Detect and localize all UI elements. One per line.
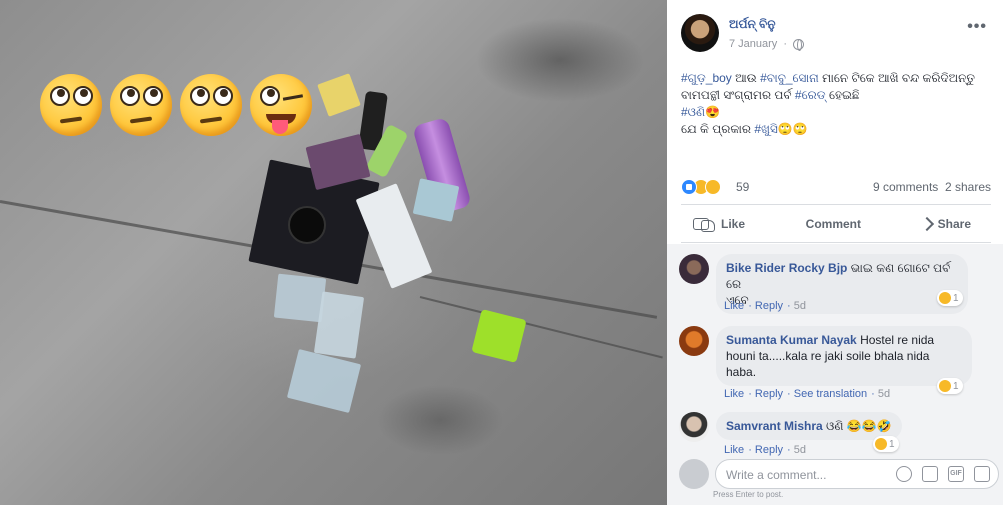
see-translation-link[interactable]: See translation — [794, 388, 867, 400]
comment-time[interactable]: 5d — [794, 300, 806, 312]
comment-time[interactable]: 5d — [878, 388, 890, 400]
item-black-box-circle — [288, 206, 326, 244]
comment-item: Bike Rider Rocky Bjp ଭାଇ କଣ ଗୋଟେ ପର୍ବ ରେ… — [679, 254, 979, 314]
post-sidebar: ଅର୍ପନ୍ ବିନୁ 7 January · ••• #ଗୁଡ଼_boy ଆଉ… — [667, 0, 1003, 505]
hashtag-link[interactable]: #ଗୁଡ଼_boy — [681, 71, 732, 85]
item-clear-packet — [313, 291, 365, 359]
hashtag-link[interactable]: #ଓଣି — [681, 105, 705, 119]
commenter-name[interactable]: Bike Rider Rocky Bjp — [726, 261, 847, 275]
comment-item: Sumanta Kumar Nayak Hostel re nida houni… — [679, 326, 979, 404]
comment-bubble: Sumanta Kumar Nayak Hostel re nida houni… — [716, 326, 972, 386]
comment-actions: Like · Reply · See translation · 5d — [724, 388, 891, 400]
press-enter-hint: Press Enter to post. — [713, 490, 784, 499]
emoji-overlay — [40, 74, 312, 136]
comment-text: ଓଣି 😂😂🤣 — [826, 419, 892, 433]
post-text-line: ବାମପନ୍ଥୀ ସଂଗ୍ରାମର ପର୍ବ #ରେଡ୍ ହେଇଛି — [681, 88, 860, 102]
post-text-line: #ଓଣି😍 — [681, 105, 720, 119]
wow-reaction-icon — [705, 179, 721, 195]
author-name[interactable]: ଅର୍ପନ୍ ବିନୁ — [729, 17, 776, 32]
comment-reply-link[interactable]: Reply — [755, 300, 783, 312]
comment-like-link[interactable]: Like — [724, 444, 744, 456]
comment-button[interactable]: Comment — [693, 208, 861, 240]
comment-item: Samvrant Mishra ଓଣି 😂😂🤣 1 Like · Reply · 5… — [679, 412, 979, 456]
comment-reaction[interactable]: 1 — [937, 378, 963, 394]
comment-bubble: Samvrant Mishra ଓଣି 😂😂🤣 — [716, 412, 902, 440]
user-avatar[interactable] — [679, 459, 709, 489]
comments-shares-count: 9 comments 2 shares — [873, 180, 991, 194]
globe-icon[interactable] — [792, 38, 804, 51]
item-clear-packet — [286, 349, 362, 413]
comment-reaction[interactable]: 1 — [873, 436, 899, 452]
more-options-icon[interactable]: ••• — [967, 18, 987, 36]
commenter-avatar[interactable] — [679, 412, 709, 442]
ground-crack — [419, 296, 663, 359]
share-button[interactable]: Share — [919, 208, 971, 240]
post-actions: Like Comment Share — [681, 208, 991, 240]
post-text: #ଗୁଡ଼_boy ଆଉ #ବାବୁ_ସୋନା ମାନେ ଟିକେ ଆଖି ବନ… — [681, 70, 991, 138]
comment-input[interactable]: Write a comment... GIF — [715, 459, 999, 489]
sticker-icon[interactable] — [974, 466, 990, 482]
comment-composer: Write a comment... GIF Press Enter to po… — [667, 456, 1003, 505]
divider — [681, 242, 991, 243]
emoji-picker-icon[interactable] — [896, 466, 912, 482]
item-blue-packets — [412, 178, 460, 222]
comments-count[interactable]: 9 comments — [873, 180, 938, 194]
share-arrow-icon — [919, 216, 934, 232]
post-header: ଅର୍ପନ୍ ବିନୁ 7 January · ••• — [681, 14, 991, 54]
commenter-avatar[interactable] — [679, 254, 709, 284]
comment-text: Hostel re nida — [860, 333, 935, 347]
post-stats: 59 9 comments 2 shares — [681, 178, 991, 196]
camera-icon[interactable] — [922, 466, 938, 482]
author-avatar[interactable] — [681, 14, 719, 52]
comment-actions: Like · Reply · 5d — [724, 444, 807, 456]
post-meta: 7 January · — [729, 38, 804, 51]
comments-section: Bike Rider Rocky Bjp ଭାଇ କଣ ଗୋଟେ ପର୍ବ ରେ… — [667, 244, 1003, 456]
hashtag-link[interactable]: #ବାବୁ_ସୋନା — [760, 71, 819, 85]
like-reaction-icon — [681, 179, 697, 195]
hashtag-link[interactable]: #ରେଡ୍ — [795, 88, 826, 102]
reaction-icons[interactable] — [681, 179, 721, 195]
item-yellow-wrapper — [317, 73, 361, 117]
comment-like-link[interactable]: Like — [724, 300, 744, 312]
comment-icon — [693, 218, 709, 230]
face-with-rolling-eyes-icon — [40, 74, 102, 136]
item-green-packet — [471, 309, 527, 363]
reactions-count[interactable]: 59 — [736, 180, 749, 194]
commenter-name[interactable]: Samvrant Mishra — [726, 419, 823, 433]
post-text-line: #ଗୁଡ଼_boy ଆଉ #ବାବୁ_ସୋନା ମାନେ ଟିକେ ଆଖି ବନ… — [681, 71, 975, 85]
comment-reply-link[interactable]: Reply — [755, 388, 783, 400]
haha-reaction-icon — [875, 438, 887, 450]
gif-icon[interactable]: GIF — [948, 466, 964, 482]
post-text-line: ଯେ କି ପ୍ରକାର #ଖୁସି🙄🙄 — [681, 122, 808, 136]
winking-face-with-tongue-icon — [250, 74, 312, 136]
shares-count[interactable]: 2 shares — [945, 180, 991, 194]
commenter-name[interactable]: Sumanta Kumar Nayak — [726, 333, 857, 347]
comment-actions: Like · Reply · 5d — [724, 300, 807, 312]
haha-reaction-icon — [939, 380, 951, 392]
post-date[interactable]: 7 January — [729, 38, 777, 50]
haha-reaction-icon — [939, 292, 951, 304]
face-with-rolling-eyes-icon — [110, 74, 172, 136]
commenter-avatar[interactable] — [679, 326, 709, 356]
comment-text: houni ta.....kala re jaki soile bhala ni… — [726, 349, 930, 363]
divider — [681, 204, 991, 205]
comment-placeholder: Write a comment... — [726, 468, 827, 482]
composer-icons: GIF — [896, 466, 990, 482]
hashtag-link[interactable]: #ଖୁସି — [754, 122, 777, 136]
comment-reaction[interactable]: 1 — [937, 290, 963, 306]
comment-reply-link[interactable]: Reply — [755, 444, 783, 456]
post-photo[interactable] — [0, 0, 667, 505]
face-with-rolling-eyes-icon — [180, 74, 242, 136]
comment-text: haba. — [726, 365, 757, 379]
comment-like-link[interactable]: Like — [724, 388, 744, 400]
comment-time[interactable]: 5d — [794, 444, 806, 456]
